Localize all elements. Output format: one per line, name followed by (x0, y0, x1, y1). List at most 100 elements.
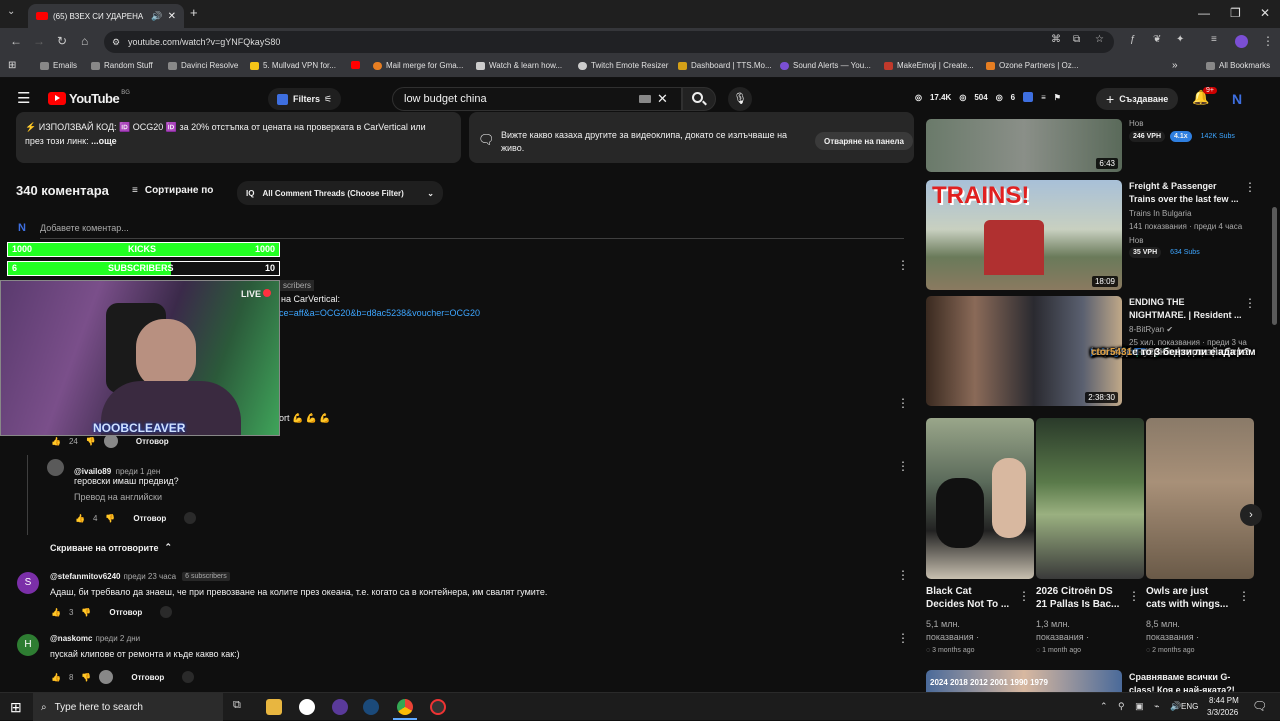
hide-replies-button[interactable]: Скриване на отговорите ⌃ (50, 542, 172, 553)
like-icon[interactable]: 👍 (51, 673, 61, 682)
vidiq-reply-icon[interactable] (182, 671, 195, 683)
taskbar-search[interactable]: ⌕ Type here to search (33, 693, 223, 721)
bookmark-star-icon[interactable]: ☆ (1095, 34, 1104, 45)
search-box[interactable]: low budget china ✕ (392, 87, 682, 111)
bookmark-tts[interactable]: Dashboard | TTS.Mo... (678, 61, 772, 70)
bookmark-random-stuff[interactable]: Random Stuff (91, 61, 153, 70)
dislike-icon[interactable]: 👎 (86, 437, 96, 446)
back-icon[interactable]: ← (10, 34, 22, 48)
comment-time[interactable]: преди 23 часа (124, 572, 177, 581)
description-box[interactable]: ⚡ ИЗПОЛЗВАЙ КОД: 🆔 OCG20 🆔 за 20% отстъп… (16, 112, 461, 163)
media-controls-icon[interactable]: ≡ (1211, 34, 1217, 45)
reply-avatar[interactable] (47, 459, 64, 476)
new-tab-icon[interactable]: + (190, 5, 198, 20)
profile-avatar[interactable] (1235, 35, 1248, 48)
comment-menu-icon[interactable]: ⋮ (897, 459, 909, 473)
minimize-icon[interactable]: — (1198, 6, 1210, 20)
dislike-icon[interactable]: 👎 (81, 673, 91, 682)
extension-leaf-icon[interactable]: ❦ (1153, 34, 1161, 45)
voice-search-icon[interactable]: 🎙 (728, 87, 752, 111)
bookmark-mullvad[interactable]: 5. Mullvad VPN for... (250, 61, 336, 70)
search-input[interactable]: low budget china (404, 93, 487, 105)
obs-icon[interactable] (332, 699, 348, 715)
all-bookmarks[interactable]: All Bookmarks (1206, 61, 1270, 70)
like-icon[interactable]: 👍 (75, 514, 85, 523)
language-indicator[interactable]: ENG (1181, 702, 1198, 711)
short-thumbnail-2[interactable] (1146, 418, 1254, 579)
comment-menu-icon[interactable]: ⋮ (897, 631, 909, 645)
short-title[interactable]: 2026 Citroën DS 21 Pallas Is Bac... (1036, 585, 1119, 611)
tab-search-icon[interactable]: ⌄ (7, 6, 15, 17)
youtube-logo[interactable]: YouTube BG (48, 90, 130, 106)
show-more-link[interactable]: ...още (91, 136, 117, 146)
add-comment-input[interactable]: Добавете коментар... (40, 223, 129, 233)
vidiq-reply-icon[interactable] (184, 512, 197, 524)
install-icon[interactable]: ⧉ (1073, 34, 1080, 45)
restore-icon[interactable]: ❐ (1230, 6, 1241, 20)
chrome-icon[interactable] (397, 699, 413, 715)
bookmark-watch-learn[interactable]: Watch & learn how... (476, 61, 562, 70)
tray-icons[interactable]: ⌃ ⚲ ▣ ⌁ 🔊 (1100, 701, 1185, 712)
bookmark-makeemoji[interactable]: MakeEmoji | Create... (884, 61, 974, 70)
apps-grid-icon[interactable]: ⊞ (8, 60, 16, 71)
dislike-icon[interactable]: 👎 (105, 514, 115, 523)
comment-time[interactable]: преди 1 ден (116, 467, 161, 476)
file-explorer-icon[interactable] (266, 699, 282, 715)
short-menu-icon[interactable]: ⋮ (1238, 589, 1250, 603)
short-thumbnail-0[interactable] (926, 418, 1034, 579)
bookmark-youtube[interactable] (351, 61, 364, 69)
translate-icon[interactable]: ⌘ (1051, 34, 1061, 45)
comment-avatar[interactable]: S (17, 572, 39, 594)
account-avatar[interactable]: N (1232, 91, 1242, 107)
app-g-icon[interactable] (299, 699, 315, 715)
task-view-icon[interactable]: ⧉ (233, 699, 249, 715)
extension-f-icon[interactable]: ƒ (1130, 34, 1136, 45)
bookmark-mail-merge[interactable]: Mail merge for Gma... (373, 61, 463, 70)
bookmark-twitch-emote[interactable]: Twitch Emote Resizer (578, 61, 668, 70)
vidiq-icon[interactable]: ⚑ (1054, 93, 1061, 102)
short-title[interactable]: Black Cat Decides Not To ... (926, 585, 1009, 611)
reload-icon[interactable]: ↻ (57, 34, 67, 48)
like-icon[interactable]: 👍 (51, 437, 61, 446)
bookmarks-overflow-icon[interactable]: » (1172, 60, 1178, 71)
reply-button[interactable]: Отговор (131, 673, 164, 682)
like-icon[interactable]: 👍 (51, 608, 61, 617)
comment-menu-icon[interactable]: ⋮ (897, 258, 909, 272)
shorts-next-button[interactable]: › (1240, 504, 1262, 526)
window-close-icon[interactable]: ✕ (1260, 6, 1270, 20)
video-menu-icon[interactable]: ⋮ (1244, 180, 1256, 194)
comment-time[interactable]: преди 2 дни (95, 634, 140, 643)
channel-name[interactable]: Trains In Bulgaria (1129, 209, 1191, 218)
browser-tab-active[interactable]: (65) ВЗЕХ СИ УДАРЕНА КО 🔊 ✕ (28, 4, 184, 28)
page-scrollbar[interactable] (1272, 207, 1277, 325)
related-thumbnail-3[interactable]: 2024 2018 2012 2001 1990 1979 (926, 670, 1122, 692)
reply-button[interactable]: Отговор (136, 437, 169, 446)
video-title[interactable]: ENDING THE NIGHTMARE. | Resident ... (1129, 296, 1242, 322)
list-icon[interactable]: ≡ (1041, 93, 1046, 102)
filters-button[interactable]: Filters ⚟ (268, 88, 342, 110)
pinned-comment-link[interactable]: ce=aff&a=OCG20&b=d8ac5238&voucher=OCG20 (279, 308, 480, 318)
bookmark-ozone[interactable]: Ozone Partners | Oz... (986, 61, 1078, 70)
bookmark-emails[interactable]: Emails (40, 61, 77, 70)
comment-avatar[interactable]: H (17, 634, 39, 656)
create-button[interactable]: + Създаване (1096, 88, 1179, 110)
notification-center-icon[interactable]: 🗨 (1252, 699, 1267, 713)
keyboard-icon[interactable] (639, 95, 651, 103)
chrome-menu-icon[interactable]: ⋮ (1262, 34, 1274, 48)
reply-button[interactable]: Отговор (133, 514, 166, 523)
reply-button[interactable]: Отговор (109, 608, 142, 617)
tubebuddy-menu-icon[interactable] (1023, 92, 1034, 102)
start-icon[interactable]: ⊞ (10, 699, 22, 716)
comment-menu-icon[interactable]: ⋮ (897, 568, 909, 582)
channel-name[interactable]: 8-BitRyan ✔ (1129, 325, 1173, 334)
steam-icon[interactable] (363, 699, 379, 715)
tab-audio-icon[interactable]: 🔊 (151, 11, 162, 22)
translate-link[interactable]: Превод на английски (74, 492, 162, 502)
sort-by-button[interactable]: ≡ Сортиране по (132, 185, 213, 196)
short-thumbnail-1[interactable] (1036, 418, 1144, 579)
bookmark-sound-alerts[interactable]: Sound Alerts — You... (780, 61, 871, 70)
search-button[interactable] (682, 87, 716, 111)
open-panel-button[interactable]: Отваряне на панела (815, 132, 913, 150)
comment-author[interactable]: @stefanmitov6240 (50, 572, 121, 581)
comment-author[interactable]: @naskomc (50, 634, 92, 643)
